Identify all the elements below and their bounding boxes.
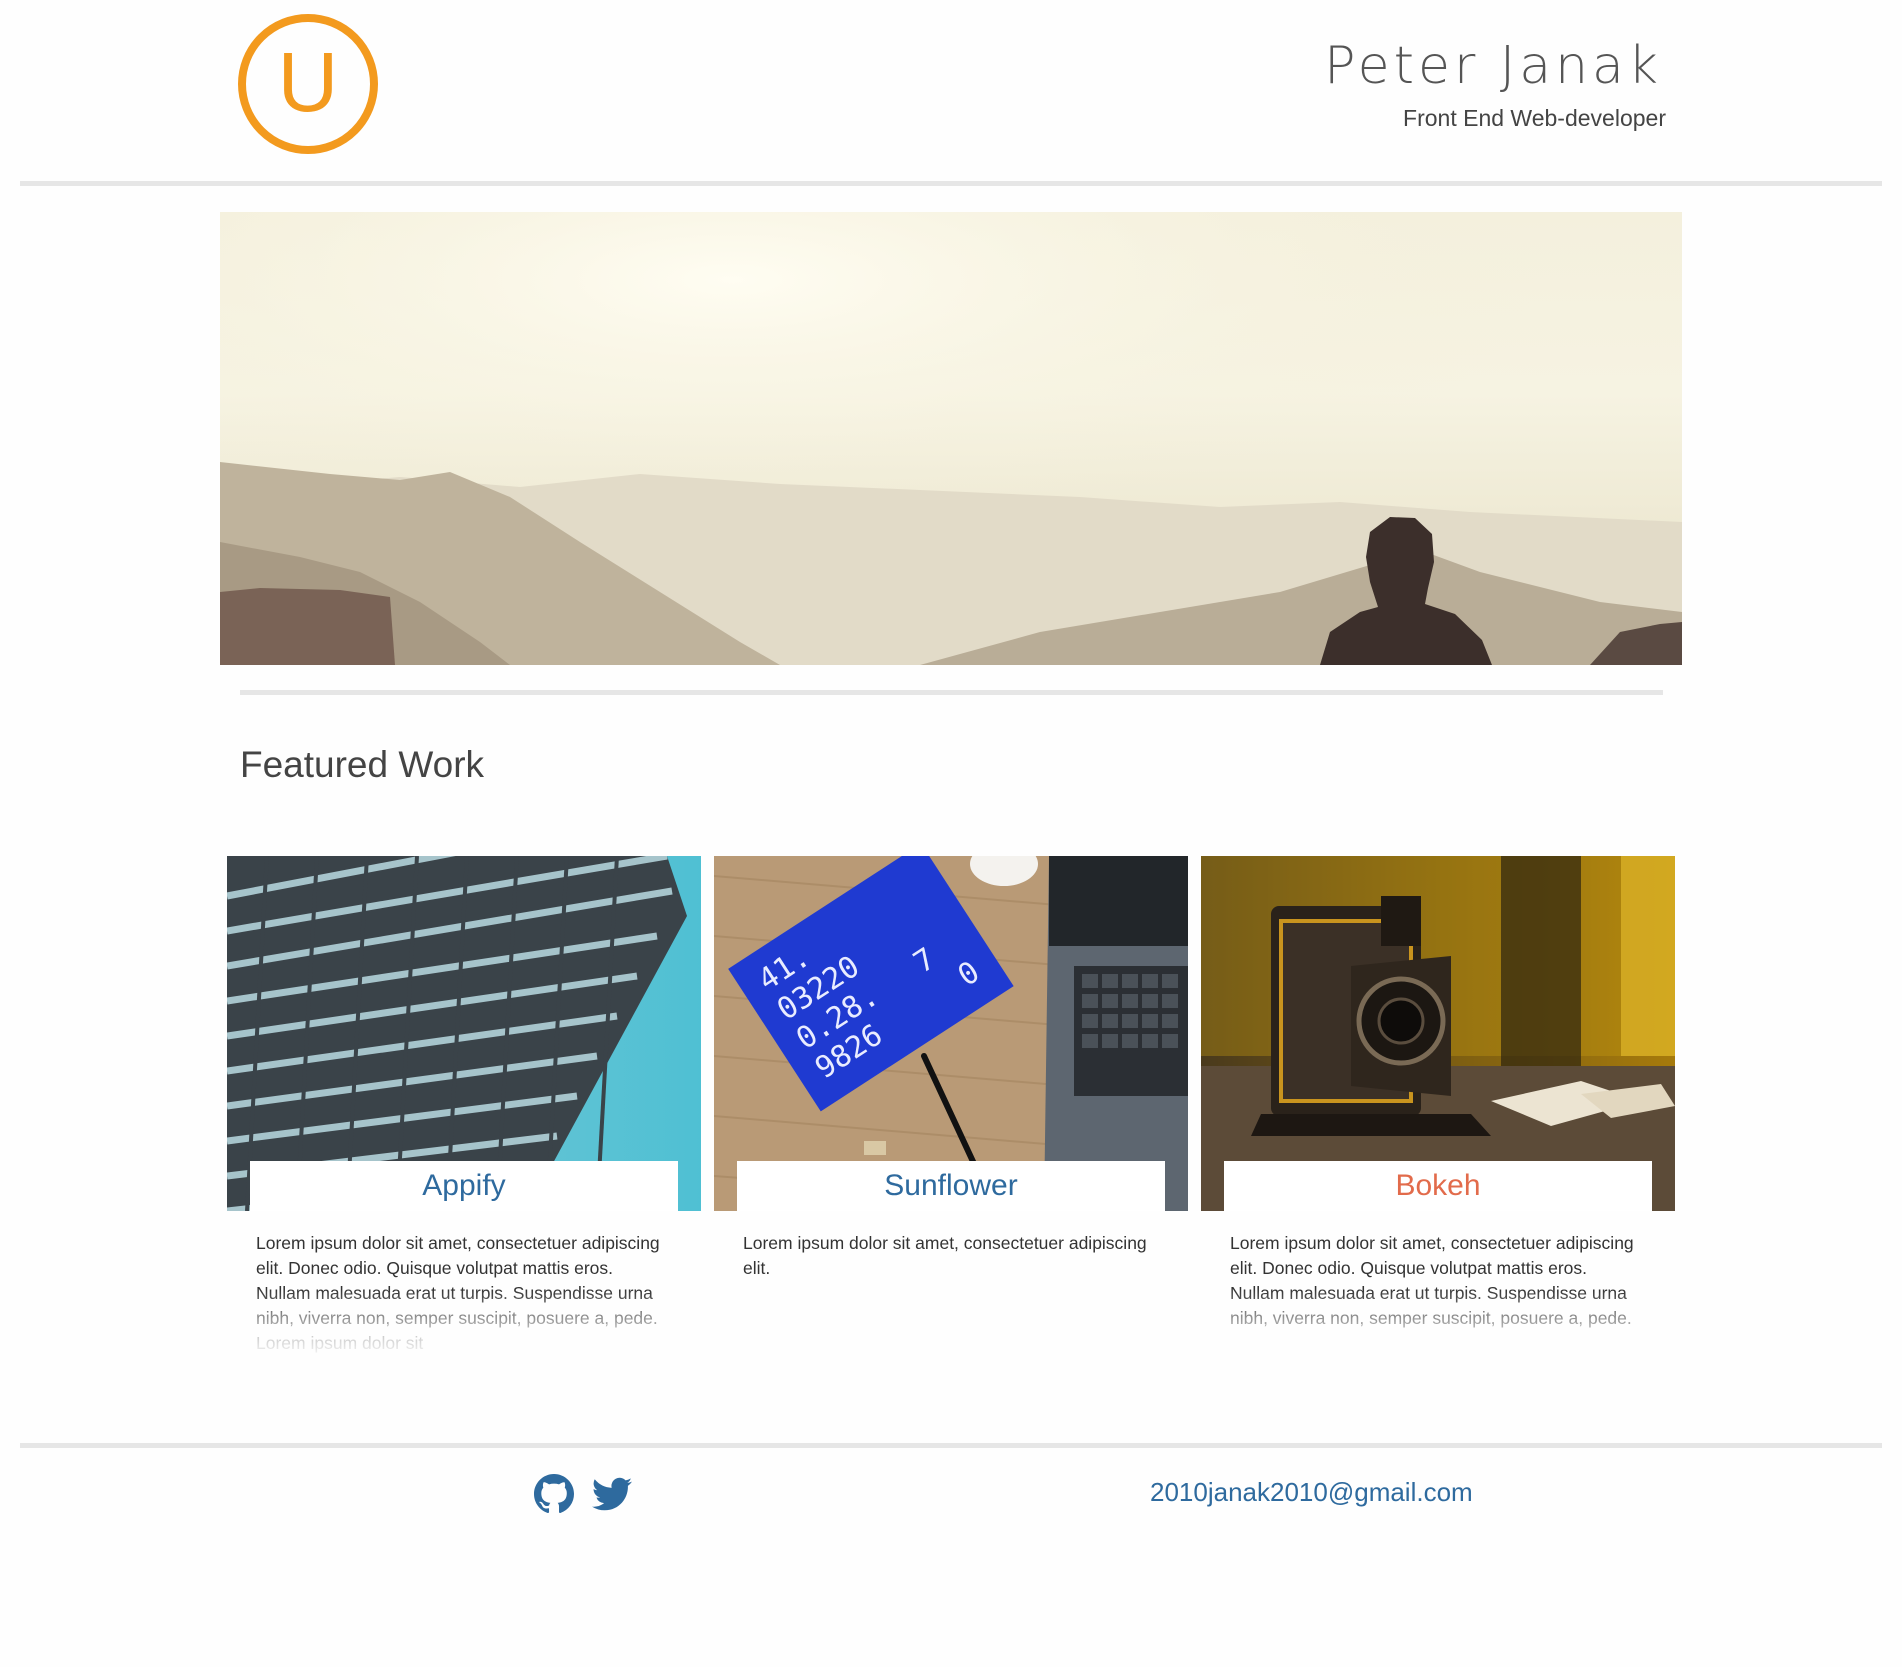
- project-card-sunflower[interactable]: 41. 03220 0.28. 9826 0 7 Sunflower Lorem…: [714, 856, 1188, 1361]
- site-owner-name: Peter Janak: [1324, 36, 1662, 96]
- hero-divider: [240, 690, 1663, 695]
- hero-image: [220, 212, 1682, 665]
- project-description-sunflower: Lorem ipsum dolor sit amet, consectetuer…: [743, 1233, 1147, 1278]
- project-card-bokeh[interactable]: Bokeh Lorem ipsum dolor sit amet, consec…: [1201, 856, 1675, 1361]
- social-links: [534, 1474, 632, 1514]
- camera-illustration: [1201, 856, 1675, 1211]
- logo-icon[interactable]: U: [238, 14, 378, 154]
- project-title-sunflower[interactable]: Sunflower: [884, 1169, 1017, 1203]
- hero-landscape-illustration: [220, 212, 1682, 665]
- header-divider: [20, 181, 1882, 186]
- twitter-icon[interactable]: [592, 1474, 632, 1514]
- portfolio-page: U Peter Janak Front End Web-developer Fe…: [0, 0, 1902, 1667]
- footer-divider: [20, 1443, 1882, 1448]
- project-title-tab: Bokeh: [1224, 1161, 1652, 1211]
- project-image-bokeh[interactable]: Bokeh: [1201, 856, 1675, 1211]
- project-title-appify[interactable]: Appify: [422, 1169, 505, 1203]
- project-card-appify[interactable]: Appify Lorem ipsum dolor sit amet, conse…: [227, 856, 701, 1361]
- site-owner-role: Front End Web-developer: [1403, 105, 1666, 131]
- github-icon[interactable]: [534, 1474, 574, 1514]
- project-title-tab: Sunflower: [737, 1161, 1165, 1211]
- logo-letter: U: [277, 35, 339, 129]
- project-image-appify[interactable]: Appify: [227, 856, 701, 1211]
- project-title-tab: Appify: [250, 1161, 678, 1211]
- featured-work-heading: Featured Work: [240, 744, 485, 785]
- desk-illustration: 41. 03220 0.28. 9826 0 7: [714, 856, 1188, 1211]
- contact-email-link[interactable]: 2010janak2010@gmail.com: [1150, 1477, 1473, 1508]
- project-description-bokeh: Lorem ipsum dolor sit amet, consectetuer…: [1230, 1233, 1634, 1328]
- project-description-appify: Lorem ipsum dolor sit amet, consectetuer…: [256, 1233, 660, 1353]
- project-title-bokeh[interactable]: Bokeh: [1395, 1169, 1480, 1203]
- building-illustration: [227, 856, 701, 1211]
- project-image-sunflower[interactable]: 41. 03220 0.28. 9826 0 7 Sunflower: [714, 856, 1188, 1211]
